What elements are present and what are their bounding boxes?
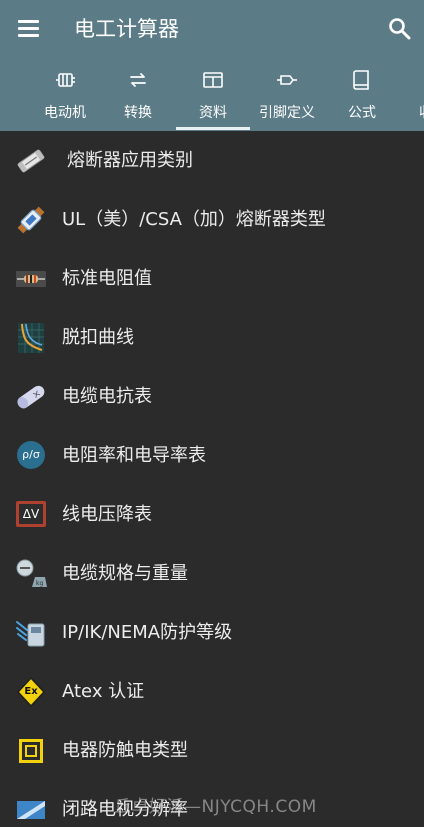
tab-favorites[interactable]: 收 <box>406 58 424 131</box>
list-item-label: 标准电阻值 <box>62 268 152 289</box>
reference-icon <box>201 68 225 92</box>
search-icon[interactable] <box>384 13 416 45</box>
list-item-label: UL（美）/CSA（加）熔断器类型 <box>62 209 326 230</box>
convert-icon <box>126 68 150 92</box>
tab-label: 引脚定义 <box>259 105 315 121</box>
trip-curve-icon <box>14 321 48 355</box>
tab-label: 资料 <box>199 105 227 121</box>
cartridge-fuse-icon <box>14 203 48 237</box>
list-item-resistor-values[interactable]: 标准电阻值 <box>0 249 424 308</box>
list-item-label: Atex 认证 <box>62 681 145 702</box>
connector-icon <box>275 68 299 92</box>
protection-icon <box>14 616 48 650</box>
resistivity-icon: ρ/σ <box>16 440 46 470</box>
motor-icon <box>53 68 77 92</box>
atex-icon: Ex <box>14 675 48 709</box>
tab-label: 页 <box>0 102 10 122</box>
app-title: 电工计算器 <box>74 17 179 41</box>
tab-reference[interactable]: 资料 <box>176 58 250 131</box>
tab-indicator <box>176 127 250 130</box>
svg-text:kg: kg <box>36 580 43 587</box>
list-item-resistivity[interactable]: ρ/σ 电阻率和电导率表 <box>0 426 424 485</box>
list-item-protection-rating[interactable]: IP/IK/NEMA防护等级 <box>0 603 424 662</box>
tab-label: 电动机 <box>44 105 86 121</box>
cable-weight-icon: kg <box>14 557 48 591</box>
book-icon <box>350 68 374 92</box>
list-item-shock-protection[interactable]: 电器防触电类型 <box>0 721 424 780</box>
list-item-label: IP/IK/NEMA防护等级 <box>62 622 233 643</box>
tab-convert[interactable]: 转换 <box>103 58 173 131</box>
menu-icon[interactable] <box>14 14 44 44</box>
tab-label: 公式 <box>348 105 376 121</box>
list-item-ul-csa-fuse[interactable]: UL（美）/CSA（加）熔断器类型 <box>0 190 424 249</box>
watermark: 丘卓好派—NJYCQH.COM <box>114 797 317 817</box>
tab-label: 转换 <box>124 105 152 121</box>
list-item-label: 电阻率和电导率表 <box>62 445 206 466</box>
list-item-label: 电缆规格与重量 <box>62 563 188 584</box>
shock-class-icon <box>14 734 48 768</box>
list-item-label: 电缆电抗表 <box>62 386 152 407</box>
list-item-label: 脱扣曲线 <box>62 327 134 348</box>
cable-icon: × <box>14 380 48 414</box>
cctv-icon <box>14 793 48 827</box>
app-bar: 电工计算器 页 电动机 转换 资料 <box>0 0 424 131</box>
list-item-label: 电器防触电类型 <box>62 740 188 761</box>
list-item-trip-curve[interactable]: 脱扣曲线 <box>0 308 424 367</box>
list-item-fuse-category[interactable]: 熔断器应用类别 <box>0 131 424 190</box>
list-item-cable-weight[interactable]: kg 电缆规格与重量 <box>0 544 424 603</box>
tab-formula[interactable]: 公式 <box>327 58 397 131</box>
tab-label: 收 <box>406 102 424 122</box>
ex-symbol: Ex <box>24 686 38 697</box>
tab-pinout[interactable]: 引脚定义 <box>250 58 324 131</box>
resistor-icon <box>14 262 48 296</box>
tab-bar: 页 电动机 转换 资料 引脚定义 <box>0 58 424 131</box>
list-item-cable-reactance[interactable]: × 电缆电抗表 <box>0 367 424 426</box>
list-item-label: 熔断器应用类别 <box>67 150 193 171</box>
toolbar: 电工计算器 <box>0 0 424 58</box>
delta-v-symbol: ΔV <box>22 507 40 521</box>
rho-sigma-symbol: ρ/σ <box>22 448 40 461</box>
tab-page[interactable]: 页 <box>0 58 10 131</box>
list-item-voltage-drop[interactable]: ΔV 线电压降表 <box>0 485 424 544</box>
tab-motor[interactable]: 电动机 <box>30 58 100 131</box>
list-item-atex[interactable]: Ex Atex 认证 <box>0 662 424 721</box>
fuse-icon <box>14 144 48 178</box>
list-item-label: 线电压降表 <box>62 504 152 525</box>
voltage-drop-icon: ΔV <box>16 501 46 527</box>
